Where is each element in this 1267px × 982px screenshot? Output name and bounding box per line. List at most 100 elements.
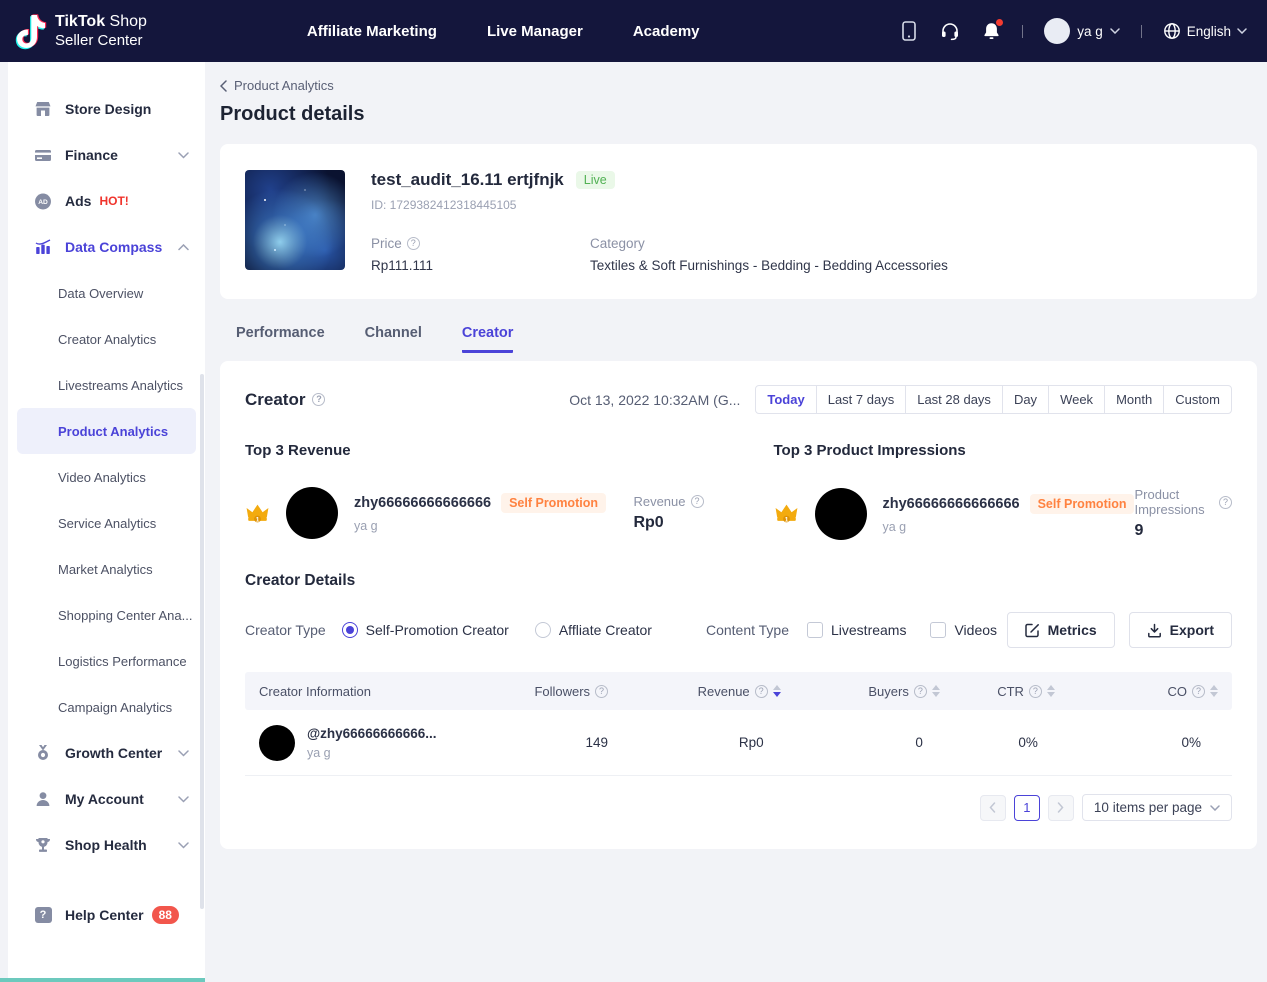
nav-academy[interactable]: Academy [633, 23, 700, 40]
sidebar-item-help-center[interactable]: ? Help Center 88 [8, 892, 205, 938]
nav-live-manager[interactable]: Live Manager [487, 23, 583, 40]
sidebar-item-market-analytics[interactable]: Market Analytics [8, 546, 205, 592]
tab-performance[interactable]: Performance [236, 325, 325, 353]
buyers-sort-control[interactable] [932, 685, 940, 697]
tab-creator[interactable]: Creator [462, 325, 514, 353]
range-day[interactable]: Day [1002, 386, 1048, 413]
sidebar-item-video-analytics[interactable]: Video Analytics [8, 454, 205, 500]
mobile-app-icon[interactable] [899, 21, 919, 41]
creator-info-icon[interactable]: ? [312, 393, 325, 406]
ads-icon: AD [34, 192, 52, 210]
revenue-info-icon[interactable]: ? [691, 495, 704, 508]
prev-page-button[interactable] [980, 795, 1006, 821]
radio-self-promotion-creator[interactable] [342, 622, 358, 638]
sidebar-item-campaign-analytics[interactable]: Campaign Analytics [8, 684, 205, 730]
row-creator-avatar[interactable] [259, 725, 295, 761]
user-menu[interactable]: ya g [1044, 18, 1120, 44]
customize-icon [1025, 623, 1040, 638]
range-last-7-days[interactable]: Last 7 days [816, 386, 906, 413]
sidebar-scrollbar[interactable] [200, 374, 204, 909]
detail-tabs: Performance Channel Creator [220, 325, 1257, 353]
impressions-info-icon[interactable]: ? [1219, 496, 1232, 509]
radio-self-promotion-label[interactable]: Self-Promotion Creator [366, 622, 509, 638]
rank-1-crown-icon: 1 [245, 502, 270, 525]
col-ctr-label: CTR [997, 684, 1024, 699]
person-icon [34, 790, 52, 808]
sidebar-item-data-compass[interactable]: Data Compass [8, 224, 205, 270]
creator-avatar[interactable] [815, 488, 867, 540]
creator-card: Creator ? Oct 13, 2022 10:32AM (G... Tod… [220, 361, 1257, 849]
tab-channel[interactable]: Channel [365, 325, 422, 353]
range-month[interactable]: Month [1104, 386, 1163, 413]
creator-avatar[interactable] [286, 487, 338, 539]
page-size-label: 10 items per page [1094, 800, 1202, 815]
price-info-icon[interactable]: ? [407, 237, 420, 250]
logo-seller-center: Seller Center [55, 32, 147, 50]
col-co[interactable]: CO ? [1055, 684, 1218, 699]
sidebar-item-livestreams-analytics[interactable]: Livestreams Analytics [8, 362, 205, 408]
sidebar-item-creator-analytics[interactable]: Creator Analytics [8, 316, 205, 362]
range-week[interactable]: Week [1048, 386, 1104, 413]
sidebar-item-service-analytics[interactable]: Service Analytics [8, 500, 205, 546]
col-buyers-label: Buyers [868, 684, 908, 699]
nav-affiliate-marketing[interactable]: Affiliate Marketing [307, 23, 437, 40]
revenue-col-info-icon[interactable]: ? [755, 685, 768, 698]
sidebar-item-logistics-performance[interactable]: Logistics Performance [8, 638, 205, 684]
notifications-bell-icon[interactable] [981, 21, 1001, 41]
creator-section-title: Creator [245, 390, 305, 410]
language-selector[interactable]: English [1163, 22, 1247, 40]
page-number[interactable]: 1 [1014, 795, 1040, 821]
ctr-sort-control[interactable] [1047, 685, 1055, 697]
sidebar-label: Shop Health [65, 837, 147, 853]
col-ctr[interactable]: CTR ? [940, 684, 1055, 699]
co-info-icon[interactable]: ? [1192, 685, 1205, 698]
checkbox-livestreams-label[interactable]: Livestreams [831, 622, 906, 638]
sidebar-item-shopping-center-analytics[interactable]: Shopping Center Ana... [8, 592, 205, 638]
radio-affiliate-label[interactable]: Affliate Creator [559, 622, 652, 638]
sidebar-item-product-analytics[interactable]: Product Analytics [17, 408, 196, 454]
page-size-selector[interactable]: 10 items per page [1082, 794, 1232, 821]
live-status-badge: Live [576, 171, 615, 189]
checkbox-livestreams[interactable] [807, 622, 823, 638]
radio-affiliate-creator[interactable] [535, 622, 551, 638]
sidebar-item-store-design[interactable]: Store Design [8, 86, 205, 132]
breadcrumb[interactable]: Product Analytics [220, 78, 1257, 93]
followers-info-icon[interactable]: ? [595, 685, 608, 698]
tiktok-shop-logo[interactable]: TikTok Shop Seller Center [14, 11, 147, 51]
export-button[interactable]: Export [1129, 612, 1232, 648]
top3-revenue-heading: Top 3 Revenue [245, 442, 704, 459]
metrics-button[interactable]: Metrics [1007, 612, 1115, 648]
main-content: Product Analytics Product details test_a… [220, 62, 1257, 849]
sidebar-item-finance[interactable]: Finance [8, 132, 205, 178]
next-page-button[interactable] [1048, 795, 1074, 821]
sidebar-item-my-account[interactable]: My Account [8, 776, 205, 822]
impressions-metric-value: 9 [1134, 522, 1232, 540]
co-sort-control[interactable] [1210, 685, 1218, 697]
range-today[interactable]: Today [756, 386, 815, 413]
topnav-right: ya g English [899, 18, 1247, 44]
sidebar-item-shop-health[interactable]: Shop Health [8, 822, 205, 868]
buyers-info-icon[interactable]: ? [914, 685, 927, 698]
ctr-info-icon[interactable]: ? [1029, 685, 1042, 698]
creator-handle[interactable]: zhy66666666666666 [883, 496, 1020, 512]
table-row[interactable]: @zhy66666666666... ya g 149 Rp0 0 0% 0% [245, 710, 1232, 776]
card-icon [34, 146, 52, 164]
support-headset-icon[interactable] [940, 21, 960, 41]
creator-handle[interactable]: zhy66666666666666 [354, 495, 491, 511]
range-last-28-days[interactable]: Last 28 days [905, 386, 1002, 413]
chat-widget-edge [0, 978, 205, 982]
revenue-sort-control[interactable] [773, 685, 781, 697]
sidebar-item-ads[interactable]: AD Ads HOT! [8, 178, 205, 224]
sidebar-item-growth-center[interactable]: Growth Center [8, 730, 205, 776]
checkbox-videos-label[interactable]: Videos [954, 622, 997, 638]
row-creator-handle[interactable]: @zhy66666666666... [307, 726, 437, 741]
svg-text:1: 1 [784, 516, 788, 523]
svg-text:1: 1 [256, 516, 260, 523]
checkbox-videos[interactable] [930, 622, 946, 638]
col-revenue[interactable]: Revenue ? [608, 684, 781, 699]
category-block: Category Textiles & Soft Furnishings - B… [590, 236, 948, 273]
sidebar-item-data-overview[interactable]: Data Overview [8, 270, 205, 316]
range-custom[interactable]: Custom [1163, 386, 1231, 413]
col-followers[interactable]: Followers ? [451, 684, 608, 699]
col-buyers[interactable]: Buyers ? [781, 684, 940, 699]
